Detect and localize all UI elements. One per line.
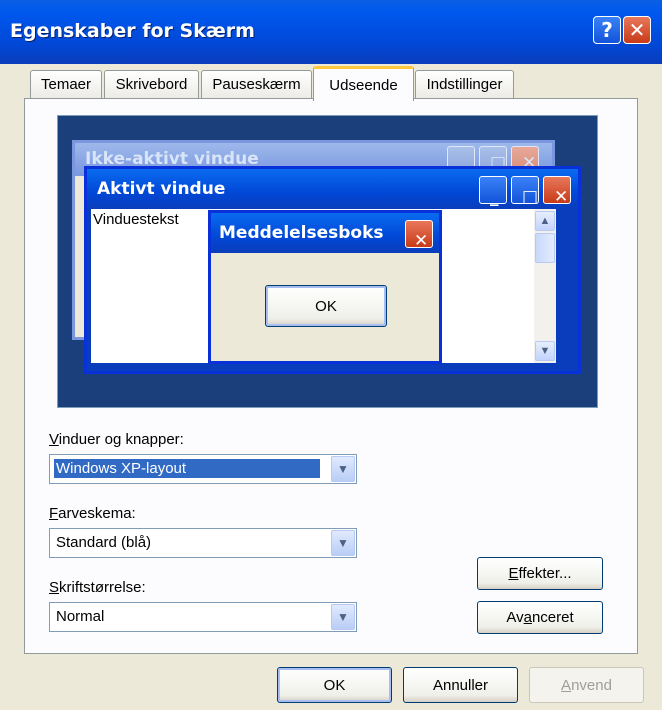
display-properties-dialog: Egenskaber for Skærm ? ✕ Temaer Skrivebo… <box>0 0 662 710</box>
tab-label: Udseende <box>329 76 398 94</box>
windows-buttons-select[interactable]: Windows XP-layout ▼ <box>49 454 357 484</box>
window-text: Vinduestekst <box>93 211 179 228</box>
tab-themes[interactable]: Temaer <box>30 70 102 98</box>
active-minimize-icon: _ <box>479 176 507 207</box>
chevron-down-icon[interactable]: ▼ <box>331 530 355 556</box>
close-button[interactable]: ✕ <box>623 16 651 44</box>
tab-screensaver[interactable]: Pauseskærm <box>201 70 312 98</box>
font-size-label: Skriftstørrelse: <box>49 579 146 596</box>
active-close-icon: ✕ <box>543 176 571 207</box>
message-box-close-icon: ✕ <box>405 220 433 251</box>
color-scheme-select[interactable]: Standard (blå) ▼ <box>49 528 357 558</box>
tab-label: Pauseskærm <box>212 76 301 93</box>
tab-label: Temaer <box>40 76 92 93</box>
tab-label: Skrivebord <box>115 76 188 93</box>
cancel-button[interactable]: Annuller <box>403 667 518 703</box>
color-scheme-label: Farveskema: <box>49 505 136 522</box>
chevron-down-icon[interactable]: ▼ <box>331 604 355 630</box>
active-maximize-icon: □ <box>511 176 539 207</box>
preview-scrollbar: ▲ ▼ <box>534 209 556 363</box>
preview-message-box: Meddelelsesboks ✕ OK <box>208 210 442 364</box>
help-icon: ? <box>601 18 613 42</box>
active-window-title: Aktivt vindue <box>97 179 226 199</box>
close-icon: ✕ <box>628 18 646 42</box>
apply-button[interactable]: Anvend <box>529 667 644 703</box>
tab-label: Indstillinger <box>426 76 503 93</box>
active-title-bar: Aktivt vindue _ □ ✕ <box>87 169 578 209</box>
tab-settings[interactable]: Indstillinger <box>415 70 514 98</box>
tab-desktop[interactable]: Skrivebord <box>104 70 199 98</box>
window-title: Egenskaber for Skærm <box>10 20 255 42</box>
windows-buttons-label: Vinduer og knapper: <box>49 431 184 448</box>
scroll-thumb <box>535 233 555 263</box>
ok-button[interactable]: OK <box>277 667 392 703</box>
color-scheme-value: Standard (blå) <box>56 534 152 551</box>
font-size-value: Normal <box>56 608 105 625</box>
effects-button[interactable]: Effekter... <box>477 557 603 590</box>
help-button[interactable]: ? <box>593 16 621 44</box>
message-box-title-bar: Meddelelsesboks ✕ <box>211 213 439 253</box>
tab-appearance[interactable]: Udseende <box>313 66 414 101</box>
message-box-title: Meddelelsesboks <box>219 223 384 243</box>
scroll-up-icon: ▲ <box>535 211 555 231</box>
message-box-ok-button: OK <box>265 285 387 327</box>
font-size-select[interactable]: Normal ▼ <box>49 602 357 632</box>
scroll-down-icon: ▼ <box>535 341 555 361</box>
advanced-button[interactable]: Av a nceret <box>477 601 603 634</box>
windows-buttons-value: Windows XP-layout <box>54 459 320 478</box>
chevron-down-icon[interactable]: ▼ <box>331 456 355 482</box>
title-bar[interactable]: Egenskaber for Skærm ? ✕ <box>0 0 662 64</box>
